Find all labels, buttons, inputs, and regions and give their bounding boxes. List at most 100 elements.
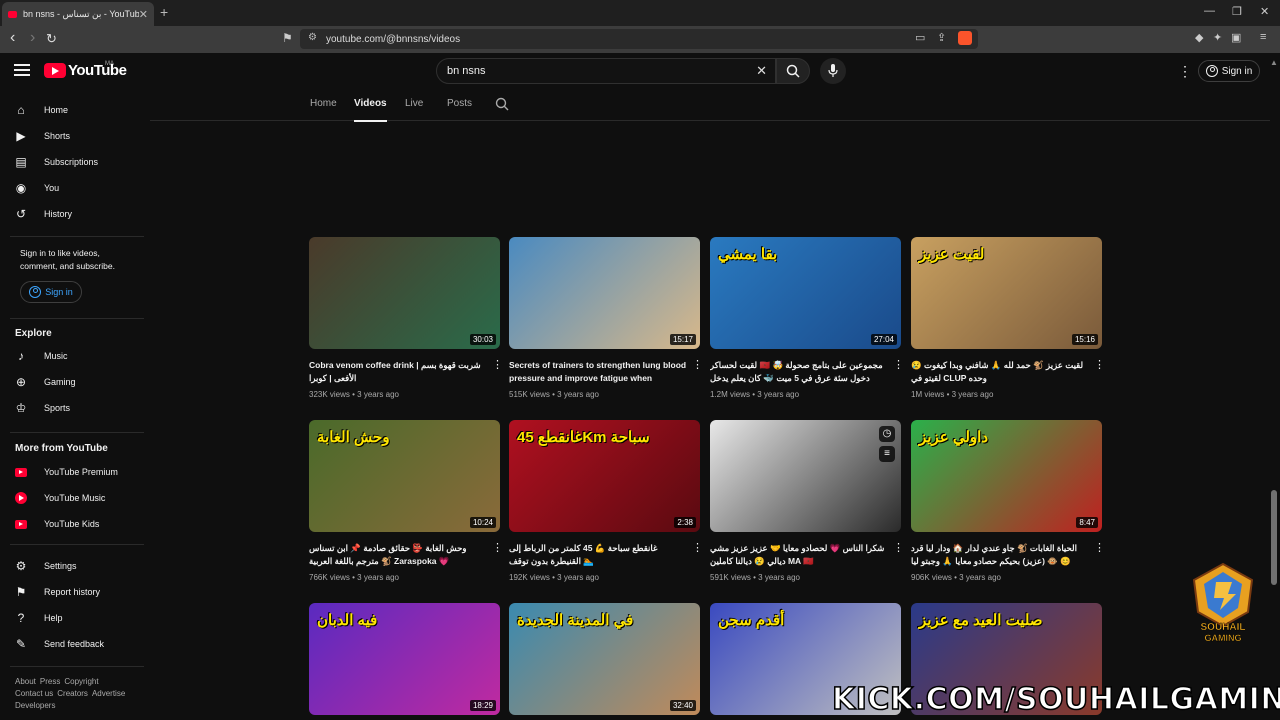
sidebar-toggle-icon[interactable]: ▣ xyxy=(1231,31,1241,44)
scroll-up-arrow[interactable]: ▲ xyxy=(1270,58,1278,67)
clear-search-icon[interactable]: ✕ xyxy=(756,63,767,79)
video-thumbnail[interactable]: لقيت عزيز 15:16 xyxy=(911,237,1102,349)
video-title[interactable]: لقيت عزيز 🐒 حمد لله 🙏 شافني وبدا كيغوت 😢… xyxy=(911,359,1089,385)
page-scrollbar[interactable] xyxy=(1271,490,1277,585)
video-thumbnail[interactable]: وحش الغابة 10:24 xyxy=(309,420,500,532)
gear-icon: ⚙ xyxy=(15,559,27,573)
extensions-icon[interactable]: ✦ xyxy=(1213,31,1222,44)
url-field[interactable]: ⚙ youtube.com/@bnnsns/videos xyxy=(300,29,978,49)
share-icon[interactable]: ⇪ xyxy=(937,31,946,44)
close-window-button[interactable]: ✕ xyxy=(1260,5,1269,18)
video-thumbnail[interactable]: بقا يمشي 27:04 xyxy=(710,237,901,349)
video-menu-icon[interactable]: ⋮ xyxy=(492,175,503,188)
video-thumbnail[interactable]: داولي عزيز 8:47 xyxy=(911,420,1102,532)
sidebar-item-label: Settings xyxy=(44,561,77,571)
sidebar-item-report-history[interactable]: ⚑ Report history xyxy=(14,585,100,599)
footer-link[interactable]: Copyright xyxy=(64,677,98,686)
video-menu-icon[interactable]: ⋮ xyxy=(1094,358,1105,371)
footer-link[interactable]: Developers xyxy=(15,701,55,710)
video-thumbnail[interactable]: 30:03 xyxy=(309,237,500,349)
forward-button[interactable]: › xyxy=(30,29,35,47)
header-sign-in-button[interactable]: Sign in xyxy=(1198,60,1260,82)
footer-link[interactable]: Contact us xyxy=(15,689,53,698)
video-menu-icon[interactable]: ⋮ xyxy=(1094,175,1105,188)
video-title[interactable]: شكرا الناس 💗 لحصادو معايا 🤝 عزيز عزيز مش… xyxy=(710,542,888,568)
video-title[interactable]: Cobra venom coffee drink | شربت قهوة بسم… xyxy=(309,359,487,385)
video-menu-icon[interactable]: ⋮ xyxy=(492,541,503,554)
site-info-icon[interactable]: ⚙ xyxy=(308,32,317,43)
video-title[interactable]: دخلت لأخطر غار بركان 🔥 المنطقة تجمع ثقبة… xyxy=(911,176,1089,202)
sidebar-item-sports[interactable]: ♔ Sports xyxy=(14,401,70,415)
sidebar-item-label: YouTube Kids xyxy=(44,519,100,529)
back-button[interactable]: ‹ xyxy=(10,29,15,47)
tab-close-icon[interactable]: ✕ xyxy=(139,8,148,21)
youtube-logo[interactable]: YouTube MA xyxy=(44,61,127,79)
sidebar-item-gaming[interactable]: ⊕ Gaming xyxy=(14,375,76,389)
sidebar-item-home[interactable]: ⌂ Home xyxy=(14,103,68,117)
video-thumbnail[interactable]: في المدينة الجديدة 32:40 xyxy=(509,603,700,715)
browser-tab[interactable]: bn nsns - بن تسناس - YouTube ✕ xyxy=(2,2,154,26)
video-menu-icon[interactable]: ⋮ xyxy=(1094,541,1105,554)
video-title[interactable]: Secrets of trainers to strengthen lung b… xyxy=(509,359,687,385)
video-thumbnail[interactable]: ◷ ≡ xyxy=(710,420,901,532)
new-tab-button[interactable]: + xyxy=(160,4,168,20)
video-menu-icon[interactable]: ⋮ xyxy=(492,358,503,371)
video-thumbnail[interactable]: غانقطع 45Km سباحة 2:38 xyxy=(509,420,700,532)
video-thumbnail[interactable]: فيه الدبان 18:29 xyxy=(309,603,500,715)
video-title[interactable]: دلس تعيش مع جثث الموتى اكثر من 5سنوات في… xyxy=(309,176,487,202)
bookmark-icon[interactable]: ⚑ xyxy=(282,31,293,45)
tab-videos[interactable]: Videos xyxy=(354,98,387,122)
channel-search-icon[interactable] xyxy=(495,97,509,116)
video-title[interactable]: ستيت حد الإله ديالهم 😱 أغرب ديانة جنة ال… xyxy=(509,176,687,202)
video-title[interactable]: ابشع سوق في العالم 🌍 يباع فيه لحم الكلاب… xyxy=(710,176,888,202)
add-to-queue-icon[interactable]: ≡ xyxy=(879,446,895,462)
settings-kebab-icon[interactable]: ⋮ xyxy=(1178,63,1192,80)
reload-button[interactable]: ↻ xyxy=(46,31,57,47)
hamburger-menu-icon[interactable] xyxy=(14,64,30,76)
video-menu-icon[interactable]: ⋮ xyxy=(893,358,904,371)
footer-link[interactable]: Press xyxy=(40,677,60,686)
watch-later-icon[interactable]: ◷ xyxy=(879,426,895,442)
wallet-icon[interactable]: ◆ xyxy=(1195,31,1203,44)
url-text: youtube.com/@bnnsns/videos xyxy=(326,33,461,45)
brave-shield-icon[interactable] xyxy=(958,31,972,45)
sidebar-item-youtube-kids[interactable]: YouTube Kids xyxy=(14,517,99,531)
video-thumbnail[interactable]: 15:17 xyxy=(509,237,700,349)
video-menu-icon[interactable]: ⋮ xyxy=(692,541,703,554)
video-title[interactable]: وحش الغابة 👺 حقائق صادمة 📌 ابن تسناس متر… xyxy=(309,542,487,568)
browser-menu-icon[interactable]: ≡ xyxy=(1260,31,1266,43)
search-button[interactable] xyxy=(776,58,810,84)
cast-icon[interactable]: ▭ xyxy=(915,31,925,44)
sidebar-item-send-feedback[interactable]: ✎ Send feedback xyxy=(14,637,104,651)
video-menu-icon[interactable]: ⋮ xyxy=(893,175,904,188)
sidebar-item-music[interactable]: ♪ Music xyxy=(14,349,68,363)
video-menu-icon[interactable]: ⋮ xyxy=(692,358,703,371)
sidebar-item-history[interactable]: ↺ History xyxy=(14,207,72,221)
video-title[interactable]: الحياة الغابات 🐒 جاو عندي لدار 🏠 ودار لي… xyxy=(911,542,1089,568)
tab-posts[interactable]: Posts xyxy=(447,98,472,109)
sidebar-item-youtube-premium[interactable]: YouTube Premium xyxy=(14,465,118,479)
video-duration: 15:16 xyxy=(1071,334,1098,345)
video-title[interactable]: لقيت لحساكر 🇲🇦 مجموعين على بتامج صحولة 🤯… xyxy=(710,359,888,385)
voice-search-button[interactable] xyxy=(820,58,846,84)
sidebar-item-help[interactable]: ? Help xyxy=(14,611,63,625)
video-title[interactable]: غانقطع سباحة 💪 45 كلمتر من الرباط إلى ال… xyxy=(509,542,687,568)
thumbnail-overlay-text: صليت العيد مع عزيز xyxy=(919,612,1043,629)
minimize-button[interactable]: — xyxy=(1204,5,1215,17)
sidebar-item-subscriptions[interactable]: ▤ Subscriptions xyxy=(14,155,98,169)
sidebar-item-youtube-music[interactable]: YouTube Music xyxy=(14,491,105,505)
footer-link[interactable]: Creators xyxy=(57,689,88,698)
sidebar-item-you[interactable]: ◉ You xyxy=(14,181,59,195)
video-menu-icon[interactable]: ⋮ xyxy=(893,541,904,554)
sidebar-item-shorts[interactable]: ▶ Shorts xyxy=(14,129,70,143)
sidebar-item-settings[interactable]: ⚙ Settings xyxy=(14,559,77,573)
sidebar-divider xyxy=(10,318,144,319)
search-input[interactable]: bn nsns ✕ xyxy=(436,58,776,84)
tab-live[interactable]: Live xyxy=(405,98,423,109)
sidebar-sign-in-button[interactable]: Sign in xyxy=(20,281,82,303)
tab-home[interactable]: Home xyxy=(310,98,337,109)
footer-link[interactable]: About xyxy=(15,677,36,686)
maximize-button[interactable]: ❐ xyxy=(1232,5,1242,18)
footer-link[interactable]: Advertise xyxy=(92,689,125,698)
video-menu-icon[interactable]: ⋮ xyxy=(692,175,703,188)
